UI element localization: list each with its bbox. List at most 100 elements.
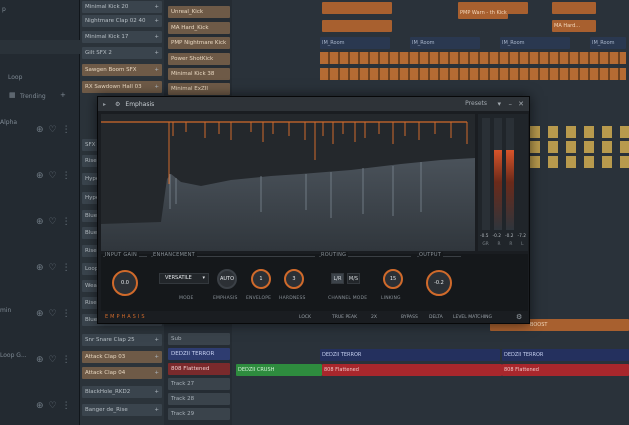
- browser-loop-label[interactable]: Loop: [8, 74, 88, 81]
- track-header[interactable]: Track 28: [168, 393, 230, 405]
- channel-button[interactable]: BlackHole_RKD2 +: [82, 386, 162, 398]
- heart-icon[interactable]: ♡: [49, 125, 57, 135]
- more-icon[interactable]: ⋮: [62, 125, 71, 135]
- track-header[interactable]: Track 27: [168, 378, 230, 390]
- plus-icon[interactable]: +: [154, 15, 159, 27]
- channel-button[interactable]: Minimal Kick 20 +: [82, 1, 162, 13]
- true-peak-button[interactable]: TRUE PEAK: [332, 312, 357, 323]
- clip[interactable]: IM_Room: [410, 37, 480, 49]
- more-icon[interactable]: ⋮: [62, 217, 71, 227]
- plus-icon[interactable]: +: [154, 404, 159, 416]
- plus-icon[interactable]: +: [154, 64, 159, 76]
- add-icon[interactable]: +: [60, 91, 66, 99]
- add-circle-icon[interactable]: ⊕: [36, 263, 44, 273]
- clip[interactable]: IM_Room: [320, 37, 390, 49]
- add-circle-icon[interactable]: ⊕: [36, 125, 44, 135]
- clip-pattern[interactable]: [320, 52, 626, 64]
- mode-select[interactable]: VERSATILE ▾: [159, 273, 209, 284]
- more-icon[interactable]: ⋮: [62, 309, 71, 319]
- channel-button[interactable]: Attack Clap 04 +: [82, 367, 162, 379]
- clip[interactable]: PMP Warn - th Kick: [458, 7, 508, 19]
- gear-icon[interactable]: ⚙: [115, 101, 120, 108]
- track-header[interactable]: Unreal_Kick: [168, 6, 230, 18]
- close-icon[interactable]: ✕: [518, 97, 524, 111]
- track-header[interactable]: DEDZII TERROR: [168, 348, 230, 360]
- track-header[interactable]: MA Hard_Kick: [168, 22, 230, 34]
- linking-knob[interactable]: 15: [383, 269, 403, 289]
- clip-pattern[interactable]: [530, 141, 629, 153]
- more-icon[interactable]: ⋮: [62, 355, 71, 365]
- hardness-knob[interactable]: 3: [284, 269, 304, 289]
- channel-button[interactable]: Nightmare Clap 02 40 +: [82, 15, 162, 27]
- track-header[interactable]: Sub: [168, 333, 230, 345]
- clip[interactable]: IM_Room: [500, 37, 570, 49]
- clip[interactable]: [322, 2, 392, 14]
- input-gain-knob[interactable]: 0.0: [112, 270, 138, 296]
- plus-icon[interactable]: +: [154, 81, 159, 93]
- clip[interactable]: 808 Flattened: [322, 364, 502, 376]
- track-header[interactable]: Power ShotKick: [168, 53, 230, 65]
- plus-icon[interactable]: +: [154, 367, 159, 379]
- add-circle-icon[interactable]: ⊕: [36, 309, 44, 319]
- clip[interactable]: IM_Room: [590, 37, 626, 49]
- envelope-knob[interactable]: 1: [251, 269, 271, 289]
- clip[interactable]: DEDZII TERROR: [320, 349, 500, 361]
- lr-button[interactable]: L/R: [331, 273, 344, 284]
- clip-pattern[interactable]: [530, 156, 629, 168]
- clip[interactable]: DEDZII CRUSH: [236, 364, 322, 376]
- more-icon[interactable]: ⋮: [62, 171, 71, 181]
- filter-icon[interactable]: ▦: [9, 91, 16, 99]
- lock-button[interactable]: LOCK: [299, 312, 311, 323]
- bypass-button[interactable]: BYPASS: [401, 312, 418, 323]
- clip-pattern[interactable]: [530, 126, 629, 138]
- channel-button[interactable]: Minimal Kick 17 +: [82, 31, 162, 43]
- plus-icon[interactable]: +: [154, 31, 159, 43]
- more-icon[interactable]: ⋮: [62, 401, 71, 411]
- add-circle-icon[interactable]: ⊕: [36, 171, 44, 181]
- heart-icon[interactable]: ♡: [49, 263, 57, 273]
- browser-search-row[interactable]: [0, 40, 80, 54]
- plus-icon[interactable]: +: [154, 334, 159, 346]
- channel-button[interactable]: RX Sawdown Hall 03 +: [82, 81, 162, 93]
- channel-button[interactable]: Banger de_Rise +: [82, 404, 162, 416]
- plugin-titlebar[interactable]: ▸ ⚙ Emphasis Presets ▾ – ✕: [98, 97, 529, 111]
- track-header[interactable]: Minimal Kick 38: [168, 68, 230, 80]
- heart-icon[interactable]: ♡: [49, 171, 57, 181]
- output-knob[interactable]: -0.2: [426, 270, 452, 296]
- plus-icon[interactable]: +: [154, 47, 159, 59]
- add-circle-icon[interactable]: ⊕: [36, 217, 44, 227]
- add-circle-icon[interactable]: ⊕: [36, 401, 44, 411]
- clip[interactable]: [322, 20, 392, 32]
- heart-icon[interactable]: ♡: [49, 217, 57, 227]
- clip[interactable]: DEDZII TERROR: [502, 349, 629, 361]
- presets-button[interactable]: Presets: [465, 97, 487, 111]
- heart-icon[interactable]: ♡: [49, 309, 57, 319]
- clip-pattern[interactable]: [320, 68, 626, 80]
- channel-button[interactable]: Sawgen Boom SFX +: [82, 64, 162, 76]
- track-header[interactable]: 808 Flattened: [168, 363, 230, 375]
- more-icon[interactable]: ⋮: [62, 263, 71, 273]
- channel-button[interactable]: Gilt SFX 2 +: [82, 47, 162, 59]
- add-circle-icon[interactable]: ⊕: [36, 355, 44, 365]
- plus-icon[interactable]: +: [154, 386, 159, 398]
- track-header[interactable]: Track 29: [168, 408, 230, 420]
- clip[interactable]: [552, 2, 596, 14]
- channel-button[interactable]: Attack Clap 03 +: [82, 351, 162, 363]
- plus-icon[interactable]: +: [154, 1, 159, 13]
- clip[interactable]: MA Hard...: [552, 20, 596, 32]
- clip[interactable]: 808 Flattened: [502, 364, 629, 376]
- heart-icon[interactable]: ♡: [49, 355, 57, 365]
- arrow-icon[interactable]: ▸: [103, 101, 106, 108]
- channel-button[interactable]: Snr Snare Clap 25 +: [82, 334, 162, 346]
- minimize-icon[interactable]: –: [509, 97, 513, 111]
- settings-gear-icon[interactable]: ⚙: [516, 312, 522, 323]
- level-matching-button[interactable]: LEVEL MATCHING: [453, 312, 492, 323]
- delta-button[interactable]: DELTA: [429, 312, 443, 323]
- heart-icon[interactable]: ♡: [49, 401, 57, 411]
- oversample-select[interactable]: 2X: [371, 312, 377, 323]
- track-header[interactable]: PMP Nightmare Kick: [168, 37, 230, 49]
- ms-button[interactable]: M/S: [347, 273, 360, 284]
- track-header[interactable]: Minimal ExZII: [168, 83, 230, 95]
- plus-icon[interactable]: +: [154, 351, 159, 363]
- dropdown-icon[interactable]: ▾: [497, 97, 501, 111]
